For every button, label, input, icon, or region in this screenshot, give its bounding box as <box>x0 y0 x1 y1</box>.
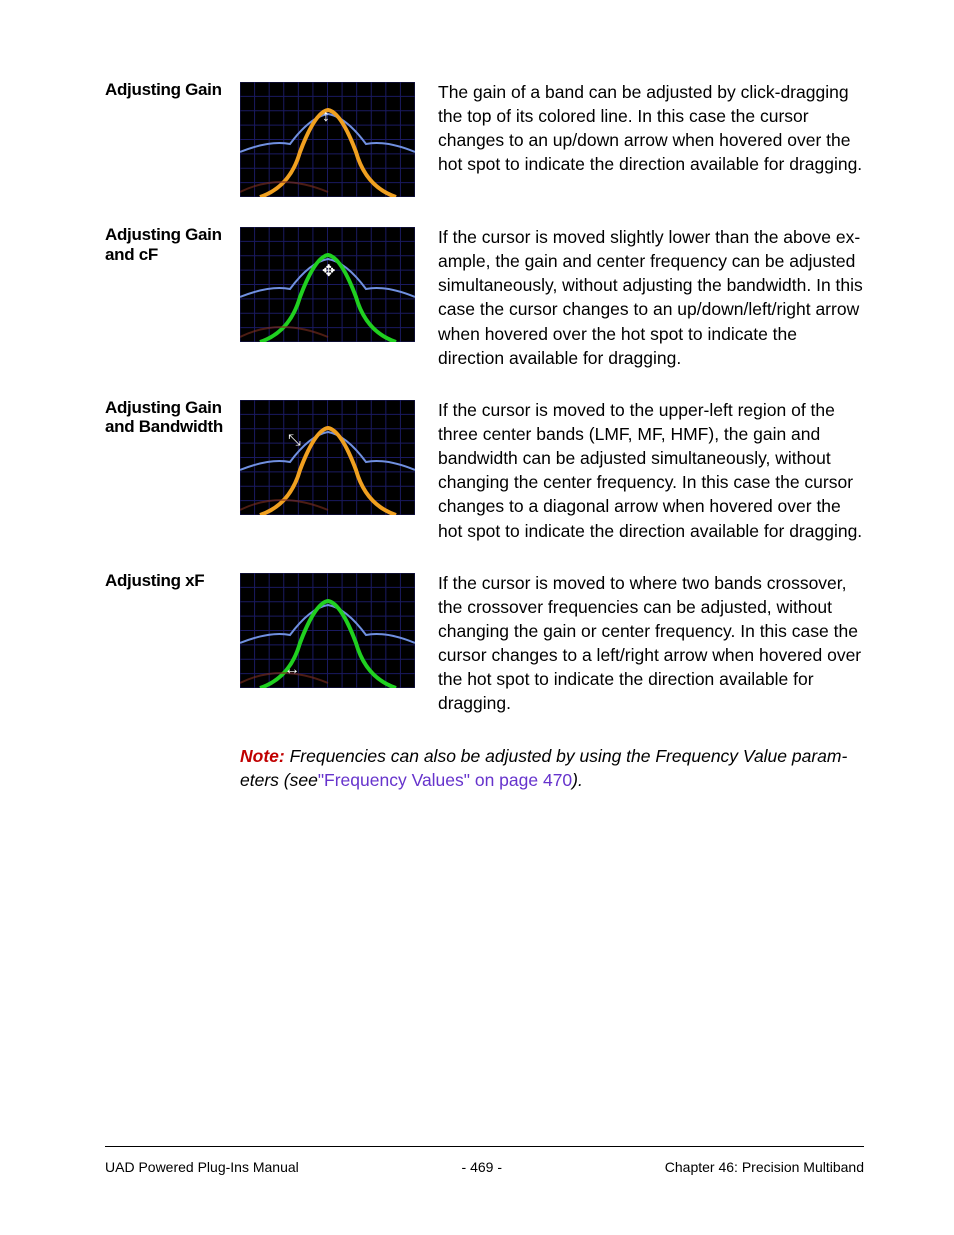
cursor-icon: ✥ <box>322 261 335 281</box>
section-label: Adjusting Gain <box>105 80 240 100</box>
note-label: Note: <box>240 746 285 766</box>
section-label: Adjusting Gain and cF <box>105 225 240 264</box>
eq-thumbnail-wrapper: ↔ <box>240 571 420 688</box>
eq-thumbnail-wrapper: ✥ <box>240 225 420 342</box>
frequency-values-link[interactable]: "Frequency Values" on page 470 <box>318 770 572 790</box>
section: Adjusting Gain ↕ The gain of a band can be… <box>105 80 864 197</box>
section-text: The gain of a band can be adjusted by cl… <box>420 80 864 177</box>
eq-thumbnail: ↕ <box>240 82 415 197</box>
eq-thumbnail: ✥ <box>240 227 415 342</box>
cursor-icon: ↔ <box>284 661 300 679</box>
section-label: Adjusting xF <box>105 571 240 591</box>
eq-thumbnail: ↔ <box>240 573 415 688</box>
section-text: If the cursor is moved to where two band… <box>420 571 864 716</box>
page-footer: UAD Powered Plug-Ins Manual - 469 - Chap… <box>105 1146 864 1175</box>
footer-left: UAD Powered Plug-Ins Manual <box>105 1159 299 1175</box>
cursor-icon: ⤡ <box>288 432 301 450</box>
eq-thumbnail-wrapper: ⤡ <box>240 398 420 515</box>
footer-center: - 469 - <box>462 1159 502 1175</box>
note-paragraph: Note: Frequencies can also be adjusted b… <box>240 744 864 792</box>
section-label: Adjusting Gain and Bandwidth <box>105 398 240 437</box>
note-text-post: ). <box>572 770 583 790</box>
section-text: If the cursor is moved to the upper-left… <box>420 398 864 543</box>
page-content: Adjusting Gain ↕ The gain of a band can be… <box>0 0 954 792</box>
cursor-icon: ↕ <box>322 108 330 126</box>
eq-thumbnail-wrapper: ↕ <box>240 80 420 197</box>
section: Adjusting Gain and Bandwidth ⤡ If the curs… <box>105 398 864 543</box>
section: Adjusting xF ↔ If the cursor is moved to w… <box>105 571 864 716</box>
eq-thumbnail: ⤡ <box>240 400 415 515</box>
section: Adjusting Gain and cF ✥ If the cursor is m… <box>105 225 864 370</box>
footer-right: Chapter 46: Precision Multiband <box>665 1159 864 1175</box>
section-text: If the cursor is moved slightly lower th… <box>420 225 864 370</box>
